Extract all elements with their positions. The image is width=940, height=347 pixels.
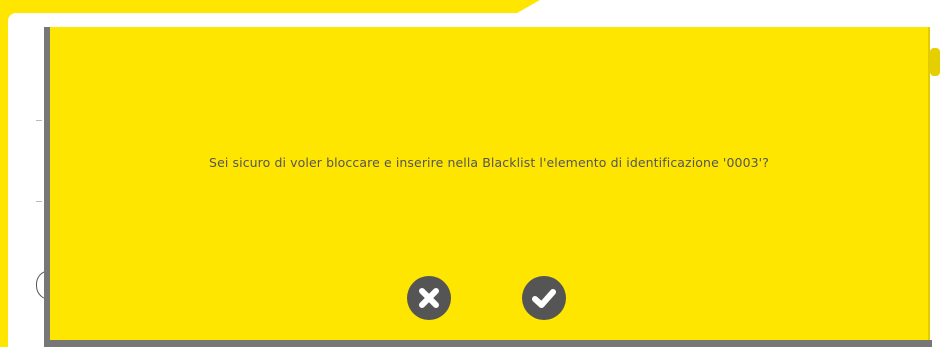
confirmation-dialog: Sei sicuro di voler bloccare e inserire …	[50, 27, 930, 340]
background-button-edge	[930, 48, 940, 76]
dialog-message: Sei sicuro di voler bloccare e inserire …	[209, 155, 769, 170]
cancel-button[interactable]	[407, 276, 451, 320]
page: Sei sicuro di voler bloccare e inserire …	[0, 0, 940, 347]
divider-line	[36, 201, 42, 202]
check-icon	[532, 289, 556, 308]
confirm-button[interactable]	[522, 276, 566, 320]
close-icon	[419, 288, 439, 308]
modal-shadow-bottom	[44, 340, 932, 347]
divider-line	[36, 120, 42, 121]
